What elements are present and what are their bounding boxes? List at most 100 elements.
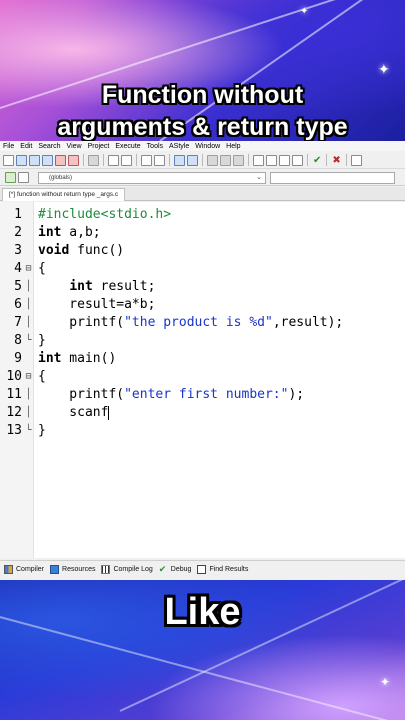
headline-line2: arguments & return type	[57, 113, 348, 141]
fold-toggle-icon[interactable]: ⊟	[24, 368, 33, 386]
menu-execute[interactable]: Execute	[112, 143, 143, 150]
main-toolbar: ✔ ✖	[0, 152, 405, 169]
fold-guide: └	[25, 425, 32, 436]
menu-astyle[interactable]: AStyle	[166, 143, 192, 150]
line-number: 1	[14, 207, 22, 222]
debug-icon[interactable]	[350, 154, 362, 166]
forward-icon[interactable]	[220, 154, 231, 166]
tab-compile-log[interactable]: Compile Log	[101, 565, 153, 574]
sparkle-icon: ✦	[380, 675, 391, 689]
code-text: printf("the product is %d",result);	[38, 315, 344, 330]
tab-resources[interactable]: Resources	[50, 565, 95, 574]
line-number: 12	[6, 405, 22, 420]
menu-file[interactable]: File	[0, 143, 17, 150]
code-editor[interactable]: 1 #include<stdio.h> 2 int a,b; 3 void func() 4…	[0, 202, 405, 558]
ide-window: File Edit Search View Project Execute To…	[0, 141, 405, 580]
compile-run-icon[interactable]	[279, 154, 290, 166]
menu-tools[interactable]: Tools	[144, 143, 166, 150]
close-file-icon[interactable]	[55, 154, 66, 166]
code-text: {	[38, 261, 46, 276]
headline-line1: Function without	[101, 81, 304, 109]
stop-execution-icon[interactable]: ✖	[332, 155, 340, 166]
resources-icon	[50, 565, 60, 574]
line-number: 13	[6, 423, 22, 438]
tab-find-results[interactable]: Find Results	[197, 565, 248, 574]
indent-icon[interactable]	[174, 154, 185, 166]
toolbar-divider	[136, 154, 137, 166]
new-project-icon[interactable]	[5, 172, 16, 183]
tab-find-results-label: Find Results	[209, 566, 249, 573]
bookmark-icon[interactable]	[233, 154, 244, 166]
back-icon[interactable]	[207, 154, 218, 166]
editor-tab[interactable]: [*] function without return type _args.c	[2, 188, 126, 201]
fold-guide: │	[25, 389, 32, 400]
save-icon[interactable]	[29, 154, 40, 166]
new-file-icon[interactable]	[3, 154, 14, 166]
code-line[interactable]: 8 └}	[0, 332, 405, 350]
line-number: 2	[14, 225, 22, 240]
undo-icon[interactable]	[108, 154, 119, 166]
fold-guide: └	[25, 335, 32, 346]
rebuild-icon[interactable]	[292, 154, 303, 166]
close-all-icon[interactable]	[68, 154, 79, 166]
code-line[interactable]: 11 │ printf("enter first number:");	[0, 386, 405, 404]
line-number: 9	[14, 351, 22, 366]
line-number: 7	[14, 315, 22, 330]
code-text: void func()	[38, 243, 125, 258]
fold-toggle-icon[interactable]: ⊟	[24, 260, 33, 278]
redo-icon[interactable]	[121, 154, 132, 166]
code-text: scanf	[38, 405, 110, 420]
editor-tab-bar: [*] function without return type _args.c	[0, 187, 405, 201]
project-options-icon[interactable]	[18, 172, 29, 183]
save-all-icon[interactable]	[42, 154, 53, 166]
fold-guide: │	[25, 407, 32, 418]
menu-project[interactable]: Project	[85, 143, 113, 150]
code-line[interactable]: 7 │ printf("the product is %d",result);	[0, 314, 405, 332]
debug-check-icon: ✔	[158, 564, 167, 574]
line-number: 4	[14, 261, 22, 276]
code-line[interactable]: 5 │ int result;	[0, 278, 405, 296]
replace-icon[interactable]	[154, 154, 165, 166]
code-line[interactable]: 2 int a,b;	[0, 224, 405, 242]
sparkle-icon: ✦	[300, 6, 309, 17]
menu-edit[interactable]: Edit	[17, 143, 35, 150]
syntax-check-icon[interactable]: ✔	[313, 155, 321, 166]
code-line[interactable]: 1 #include<stdio.h>	[0, 206, 405, 224]
fold-guide: │	[25, 317, 32, 328]
code-text: int a,b;	[38, 225, 101, 240]
tab-debug[interactable]: ✔ Debug	[159, 565, 192, 574]
menu-view[interactable]: View	[64, 143, 85, 150]
class-toolbar: (globals) ⌄	[0, 170, 405, 186]
open-file-icon[interactable]	[16, 154, 27, 166]
line-number: 6	[14, 297, 22, 312]
toolbar-divider	[83, 154, 84, 166]
menu-search[interactable]: Search	[35, 143, 63, 150]
code-line[interactable]: 10 ⊟ {	[0, 368, 405, 386]
toolbar-divider	[169, 154, 170, 166]
search-icon[interactable]	[141, 154, 152, 166]
code-line[interactable]: 3 void func()	[0, 242, 405, 260]
code-text: #include<stdio.h>	[38, 207, 172, 222]
line-number: 11	[6, 387, 22, 402]
like-caption: Like	[164, 591, 241, 633]
code-line[interactable]: 6 │ result=a*b;	[0, 296, 405, 314]
line-number: 8	[14, 333, 22, 348]
code-line[interactable]: 13 └}	[0, 422, 405, 440]
toolbar-divider	[103, 154, 104, 166]
fold-guide: │	[25, 281, 32, 292]
menu-help[interactable]: Help	[223, 143, 243, 150]
function-dropdown[interactable]	[270, 171, 395, 184]
print-icon[interactable]	[88, 154, 99, 166]
code-line[interactable]: 9 int main()	[0, 350, 405, 368]
compile-icon[interactable]	[253, 154, 264, 166]
code-line[interactable]: 4 ⊟ {	[0, 260, 405, 278]
code-text: {	[38, 369, 46, 384]
tab-compiler[interactable]: Compiler	[4, 565, 44, 574]
run-icon[interactable]	[266, 154, 277, 166]
code-line[interactable]: 12 │ scanf	[0, 404, 405, 422]
unindent-icon[interactable]	[187, 154, 198, 166]
menu-window[interactable]: Window	[192, 143, 223, 150]
toolbar-divider	[326, 154, 328, 166]
scope-dropdown[interactable]: (globals) ⌄	[38, 171, 266, 184]
line-number: 10	[6, 369, 22, 384]
